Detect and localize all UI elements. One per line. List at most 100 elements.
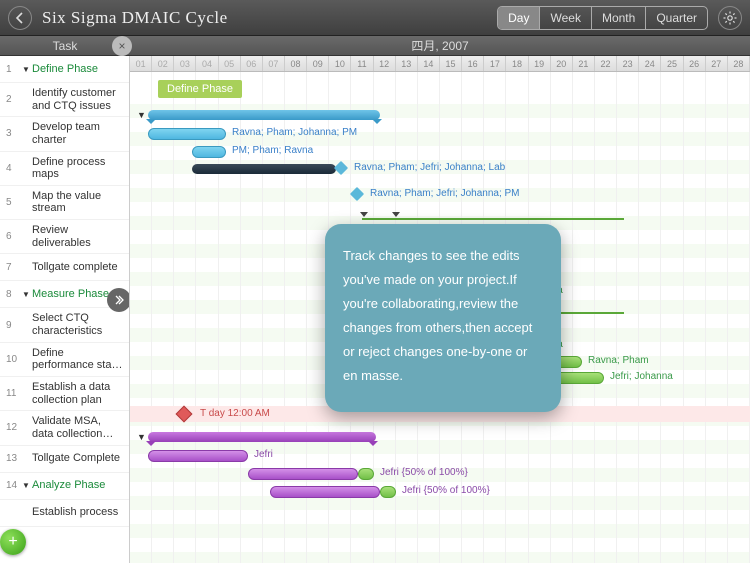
- summary-bar[interactable]: [148, 432, 376, 442]
- disclosure-icon[interactable]: ▼: [22, 481, 32, 490]
- back-button[interactable]: [8, 6, 32, 30]
- task-row[interactable]: 2 Identify customer and CTQ issues: [0, 83, 129, 117]
- day-column-header: 08: [285, 56, 307, 71]
- task-row[interactable]: 4Define process maps: [0, 152, 129, 186]
- task-bar[interactable]: [148, 128, 226, 140]
- view-quarter[interactable]: Quarter: [646, 7, 707, 29]
- timeline-day-header: 0102030405060708091011121314151617181920…: [130, 56, 750, 72]
- task-row[interactable]: 11Establish a data collection plan: [0, 377, 129, 411]
- row-number: 5: [6, 197, 22, 208]
- day-column-header: 20: [551, 56, 573, 71]
- view-month[interactable]: Month: [592, 7, 646, 29]
- collapse-toggle-icon[interactable]: ▼: [137, 110, 146, 120]
- day-column-header: 19: [529, 56, 551, 71]
- task-bar-label: Jefri {50% of 100%}: [380, 467, 468, 478]
- settings-button[interactable]: [718, 6, 742, 30]
- day-column-header: 21: [573, 56, 595, 71]
- day-column-header: 07: [263, 56, 285, 71]
- milestone-label: T day 12:00 AM: [200, 408, 270, 419]
- day-column-header: 03: [174, 56, 196, 71]
- row-number: 11: [6, 388, 22, 399]
- collapse-toggle-icon[interactable]: ▼: [137, 432, 146, 442]
- day-column-header: 05: [219, 56, 241, 71]
- task-name-label: Define Phase: [32, 63, 125, 76]
- day-column-header: 09: [307, 56, 329, 71]
- task-row[interactable]: 9 Select CTQ characteristics: [0, 308, 129, 342]
- day-column-header: 14: [418, 56, 440, 71]
- row-number: 3: [6, 128, 22, 139]
- app-root: Six Sigma DMAIC Cycle Day Week Month Qua…: [0, 0, 750, 563]
- task-bar-label: Jefri; Johanna: [610, 371, 673, 382]
- task-row[interactable]: Establish process: [0, 500, 129, 527]
- task-bar[interactable]: [192, 164, 336, 174]
- task-column-label: Task: [53, 39, 78, 53]
- task-row[interactable]: 13 Tollgate Complete: [0, 446, 129, 473]
- view-week[interactable]: Week: [540, 7, 591, 29]
- task-name-label: Select CTQ characteristics: [32, 312, 125, 337]
- task-name-label: Develop team charter: [32, 121, 125, 146]
- task-bar[interactable]: [248, 468, 358, 480]
- task-row[interactable]: 3 Develop team charter: [0, 117, 129, 151]
- task-sidebar: 1▼Define Phase2Identify customer and CTQ…: [0, 56, 130, 563]
- task-row[interactable]: 5 Map the value stream: [0, 186, 129, 220]
- task-row[interactable]: 12Validate MSA, data collection…: [0, 411, 129, 445]
- row-number: 9: [6, 320, 22, 331]
- row-number: 6: [6, 231, 22, 242]
- phase-tag[interactable]: Define Phase: [158, 80, 242, 98]
- task-bar[interactable]: [148, 450, 248, 462]
- day-column-header: 24: [639, 56, 661, 71]
- disclosure-icon[interactable]: ▼: [22, 65, 32, 74]
- day-column-header: 11: [351, 56, 373, 71]
- summary-bar[interactable]: [148, 110, 380, 120]
- task-bar-end[interactable]: [358, 468, 374, 480]
- row-number: 8: [6, 289, 22, 300]
- day-column-header: 12: [374, 56, 396, 71]
- task-row[interactable]: 10Define performance sta…: [0, 343, 129, 377]
- chevron-down-icon: [360, 212, 368, 217]
- day-column-header: 16: [462, 56, 484, 71]
- row-number: 13: [6, 453, 22, 464]
- row-number: 2: [6, 94, 22, 105]
- task-name-label: Map the value stream: [32, 190, 125, 215]
- day-column-header: 25: [661, 56, 683, 71]
- row-number: 14: [6, 480, 22, 491]
- day-column-header: 13: [396, 56, 418, 71]
- page-title: Six Sigma DMAIC Cycle: [42, 8, 497, 28]
- chevron-down-icon: [392, 212, 400, 217]
- task-bar-label: Jefri {50% of 100%}: [402, 485, 490, 496]
- day-column-header: 26: [684, 56, 706, 71]
- view-segmented-control: Day Week Month Quarter: [497, 6, 708, 30]
- task-bar-label: Ravna; Pham; Jefri; Johanna; Lab: [354, 162, 505, 173]
- task-name-label: Identify customer and CTQ issues: [32, 87, 125, 112]
- phase-row[interactable]: 1▼Define Phase: [0, 56, 129, 83]
- phase-row[interactable]: 14▼Analyze Phase: [0, 473, 129, 500]
- task-bar-label: Ravna; Pham; Jefri; Johanna; PM: [370, 188, 520, 199]
- day-column-header: 01: [130, 56, 152, 71]
- task-bar[interactable]: [192, 146, 226, 158]
- task-bar-label: Ravna; Pham; Johanna; PM: [232, 127, 357, 138]
- disclosure-icon[interactable]: ▼: [22, 290, 32, 299]
- task-name-label: Define process maps: [32, 156, 125, 181]
- gantt-timeline[interactable]: 0102030405060708091011121314151617181920…: [130, 56, 750, 563]
- day-column-header: 23: [617, 56, 639, 71]
- task-bar-end[interactable]: [380, 486, 396, 498]
- task-column-header: Task ×: [0, 36, 130, 55]
- task-row[interactable]: 6Review deliverables: [0, 220, 129, 254]
- day-column-header: 02: [152, 56, 174, 71]
- day-column-header: 22: [595, 56, 617, 71]
- row-number: 1: [6, 64, 22, 75]
- expand-sidebar-handle[interactable]: [107, 288, 130, 312]
- help-tooltip[interactable]: Track changes to see the edits you've ma…: [325, 224, 561, 412]
- row-number: 12: [6, 422, 22, 433]
- day-column-header: 15: [440, 56, 462, 71]
- add-task-button[interactable]: +: [0, 529, 26, 555]
- summary-line[interactable]: [362, 218, 624, 220]
- close-sidebar-button[interactable]: ×: [112, 36, 132, 56]
- view-day[interactable]: Day: [498, 7, 540, 29]
- calendar-label: 四月, 2007: [130, 36, 750, 55]
- task-row[interactable]: 7Tollgate complete: [0, 254, 129, 281]
- task-bar[interactable]: [270, 486, 380, 498]
- task-name-label: Tollgate Complete: [32, 452, 125, 465]
- day-column-header: 17: [484, 56, 506, 71]
- day-column-header: 04: [196, 56, 218, 71]
